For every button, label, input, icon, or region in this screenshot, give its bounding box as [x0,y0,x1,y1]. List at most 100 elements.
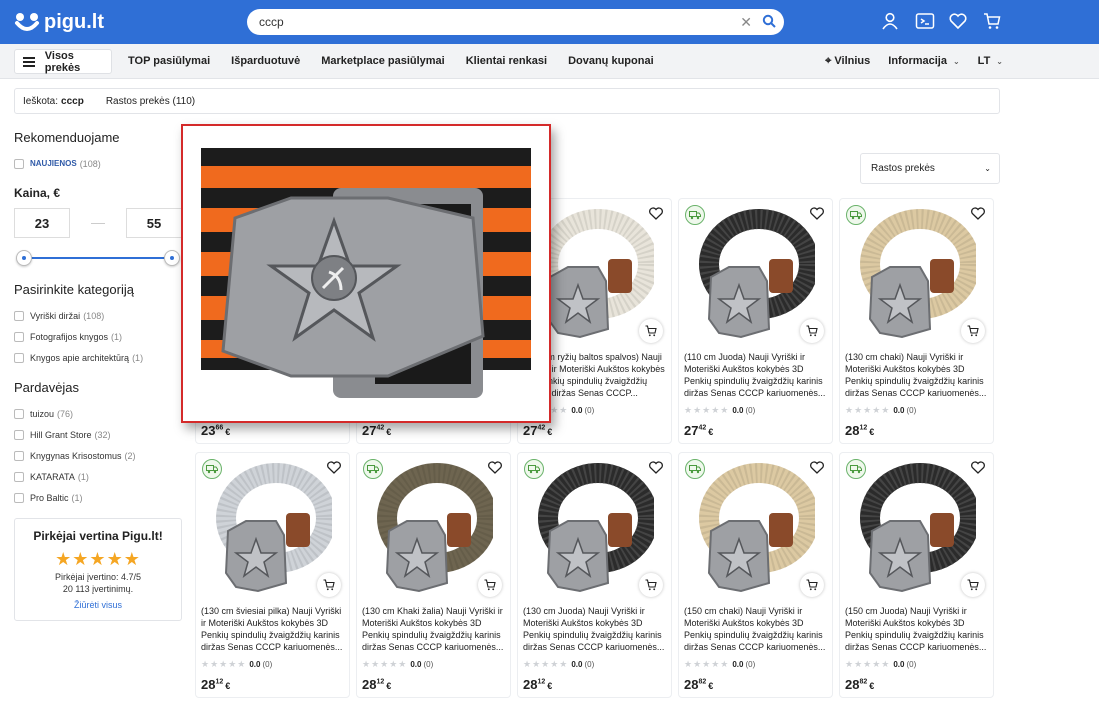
add-to-cart-button[interactable] [639,573,663,597]
product-image[interactable] [858,209,976,339]
price-slider[interactable] [14,248,182,268]
product-card[interactable]: (150 cm chaki) Nauji Vyriški ir Moterišk… [678,452,833,698]
cart-icon[interactable] [983,12,1003,32]
cashback-icon[interactable] [915,12,935,32]
view-all-reviews-link[interactable]: Žiūrėti visus [23,600,173,610]
filter-option-count: (108) [79,158,101,169]
search-icon[interactable] [762,14,776,33]
nav-link-gift-coupons[interactable]: Dovanų kuponai [568,55,654,67]
product-card[interactable]: (130 cm Juoda) Nauji Vyriški ir Moterišk… [517,452,672,698]
add-to-cart-button[interactable] [800,573,824,597]
product-image[interactable] [375,463,493,593]
price-min-input[interactable]: 23 [14,208,70,238]
language-dropdown[interactable]: LT ⌄ [978,55,1003,68]
checkbox[interactable] [14,492,24,503]
product-image[interactable] [214,463,332,593]
filter-option-label: Vyriški diržai [30,310,81,321]
filter-option-count: (1) [77,471,89,482]
clear-icon[interactable]: ✕ [740,14,752,31]
product-title[interactable]: (150 cm chaki) Nauji Vyriški ir Moterišk… [684,605,829,653]
info-dropdown[interactable]: Informacija ⌄ [888,55,959,68]
filter-option-seller[interactable]: Pro Baltic (1) [14,487,182,508]
price-integer: 28 [845,423,860,438]
product-title[interactable]: (110 cm Juoda) Nauji Vyriški ir Moterišk… [684,351,829,399]
checkbox[interactable] [14,331,24,342]
product-title[interactable]: (130 cm Khaki žalia) Nauji Vyriški ir Mo… [362,605,507,653]
product-image[interactable] [697,209,815,339]
product-price: 2882 € [684,677,713,692]
user-icon[interactable] [881,12,901,32]
site-logo[interactable]: pigu.lt [14,8,104,36]
cart-icon [645,579,657,591]
product-title[interactable]: (130 cm šviesiai pilka) Nauji Vyriški ir… [201,605,346,653]
product-card[interactable]: (130 cm chaki) Nauji Vyriški ir Moterišk… [839,198,994,444]
checkbox[interactable] [14,352,24,363]
product-rating: ★★★★★0.0(0) [684,405,755,416]
review-count: (0) [423,660,434,669]
price-slider-max-handle[interactable] [164,250,180,266]
product-title[interactable]: (130 cm chaki) Nauji Vyriški ir Moterišk… [845,351,990,399]
product-title[interactable]: (130 cm Juoda) Nauji Vyriški ir Moterišk… [523,605,668,653]
product-image[interactable] [858,463,976,593]
add-to-cart-button[interactable] [961,319,985,343]
product-title[interactable]: (150 cm Juoda) Nauji Vyriški ir Moterišk… [845,605,990,653]
rating-value: 0.0 [732,660,744,669]
price-integer: 28 [362,677,377,692]
nav-link-top[interactable]: TOP pasiūlymai [128,55,210,67]
product-image[interactable] [697,463,815,593]
filter-option-count: (1) [71,492,83,503]
filter-option-seller[interactable]: tuizou (76) [14,403,182,424]
checkbox[interactable] [14,471,24,482]
breadcrumb: Ieškota: cccp Rastos prekės (110) [14,88,1000,114]
product-card[interactable]: (150 cm Juoda) Nauji Vyriški ir Moterišk… [839,452,994,698]
nav-link-marketplace[interactable]: Marketplace pasiūlymai [321,55,445,67]
add-to-cart-button[interactable] [800,319,824,343]
nav-link-clients-choose[interactable]: Klientai renkasi [466,55,547,67]
cart-icon [806,579,818,591]
filter-option-seller[interactable]: Knygynas Krisostomus (2) [14,445,182,466]
filter-option-category[interactable]: Vyriški diržai (108) [14,305,182,326]
checkbox[interactable] [14,408,24,419]
product-card[interactable]: (110 cm Juoda) Nauji Vyriški ir Moterišk… [678,198,833,444]
filter-option-count: (1) [132,352,144,363]
search-input[interactable] [259,15,729,29]
add-to-cart-button[interactable] [317,573,341,597]
filter-option-new[interactable]: NAUJIENOS (108) [14,153,182,174]
product-image[interactable] [536,463,654,593]
price-max-input[interactable]: 55 [126,208,182,238]
search-bar[interactable]: ✕ [247,9,784,35]
currency-symbol: € [225,681,231,691]
price-integer: 28 [523,677,538,692]
add-to-cart-button[interactable] [961,573,985,597]
price-slider-min-handle[interactable] [16,250,32,266]
price-separator [91,222,105,224]
review-count: (0) [906,660,917,669]
product-card[interactable]: (130 cm šviesiai pilka) Nauji Vyriški ir… [195,452,350,698]
filter-option-category[interactable]: Knygos apie architektūrą (1) [14,347,182,368]
currency-symbol: € [708,427,714,437]
category-navbar: Visos prekės TOP pasiūlymai Išparduotuvė… [0,44,1099,79]
price-integer: 27 [362,423,377,438]
filter-sidebar: Rekomenduojame NAUJIENOS (108) Kaina, € … [14,130,182,621]
checkbox[interactable] [14,450,24,461]
sort-dropdown[interactable]: Rastos prekės ⌄ [860,153,1000,184]
results-count[interactable]: Rastos prekės (110) [106,96,195,107]
city-label: Vilnius [834,55,871,67]
price-cents: 42 [537,424,546,432]
checkbox[interactable] [14,310,24,321]
heart-icon[interactable] [949,12,969,32]
filter-option-category[interactable]: Fotografijos knygos (1) [14,326,182,347]
info-label: Informacija [888,55,947,67]
product-image[interactable] [536,209,654,339]
filter-option-seller[interactable]: Hill Grant Store (32) [14,424,182,445]
nav-link-sale[interactable]: Išparduotuvė [231,55,300,67]
add-to-cart-button[interactable] [478,573,502,597]
all-products-button[interactable]: Visos prekės [14,49,112,74]
checkbox[interactable] [14,429,24,440]
price-cents: 12 [859,424,868,432]
add-to-cart-button[interactable] [639,319,663,343]
filter-option-seller[interactable]: KATARATA (1) [14,466,182,487]
city-selector[interactable]: ⌖ Vilnius [825,55,870,68]
checkbox[interactable] [14,158,24,169]
product-card[interactable]: (130 cm Khaki žalia) Nauji Vyriški ir Mo… [356,452,511,698]
